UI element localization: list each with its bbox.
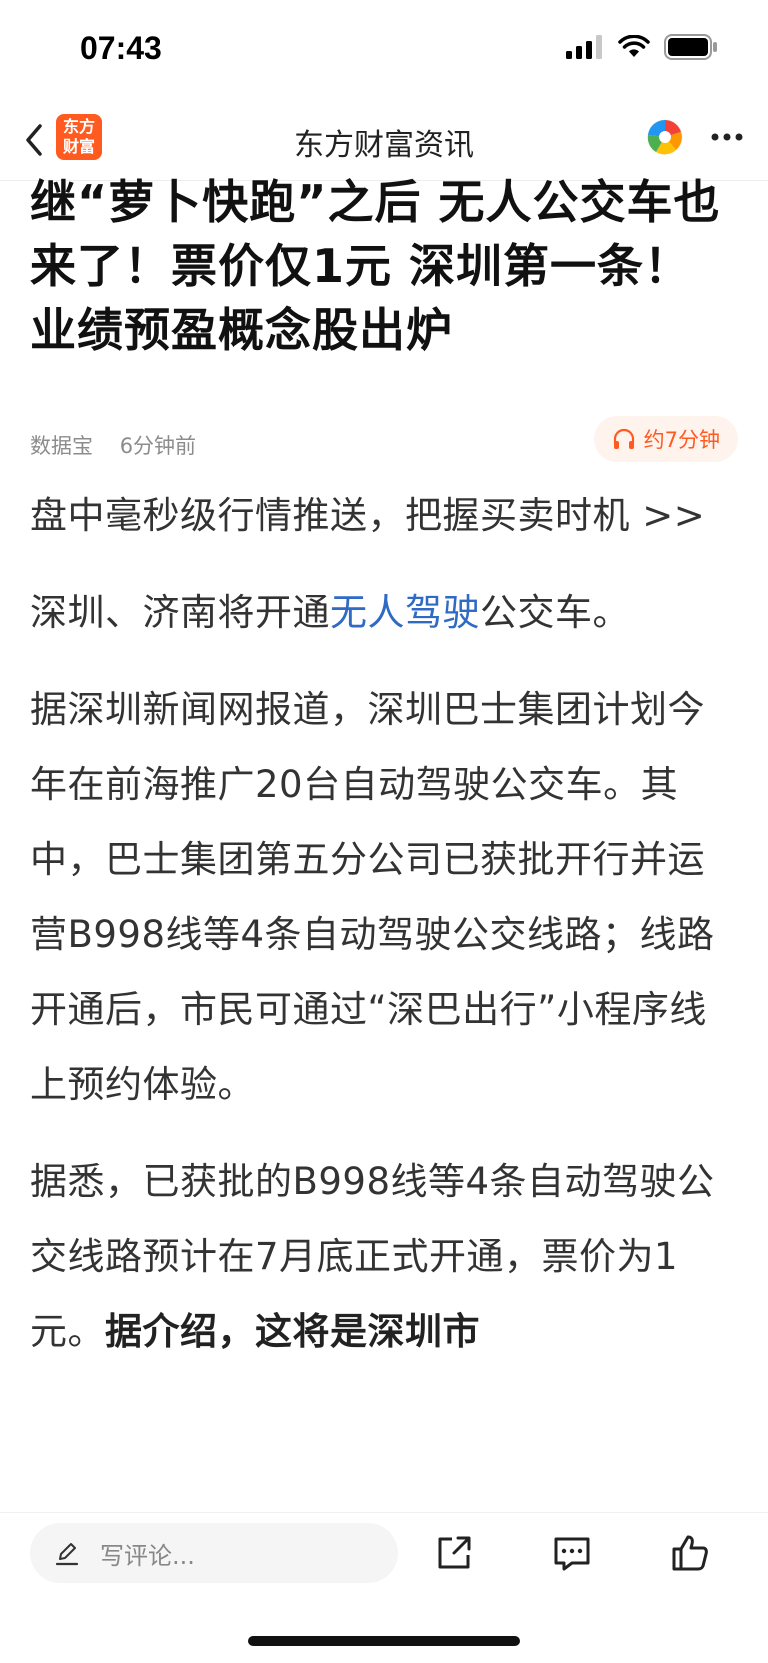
article-body: 盘中毫秒级行情推送，把握买卖时机 >> 深圳、济南将开通无人驾驶公交车。 据深圳… (30, 478, 742, 1369)
nav-actions (646, 118, 744, 156)
article-source: 数据宝 (30, 434, 93, 458)
article-meta: 数据宝 6分钟前 约7分钟 (30, 416, 738, 470)
status-bar: 07:43 (0, 0, 768, 100)
comment-placeholder: 写评论... (100, 1541, 195, 1570)
keyword-link[interactable]: 无人驾驶 (330, 591, 480, 634)
article-title: 继“萝卜快跑”之后 无人公交车也来了！票价仅1元 深圳第一条！业绩预盈概念股出炉 (30, 175, 721, 357)
home-indicator (248, 1636, 520, 1646)
bottom-bar: 写评论... (0, 1512, 768, 1613)
paragraph-1-text-b: 公交车。 (480, 591, 630, 634)
pen-icon (55, 1543, 79, 1566)
status-time: 07:43 (80, 30, 162, 66)
like-icon[interactable] (668, 1531, 712, 1575)
listen-button[interactable]: 约7分钟 (593, 416, 738, 462)
more-icon[interactable] (710, 132, 744, 142)
headphones-icon (613, 428, 634, 449)
paragraph-2: 据深圳新闻网报道，深圳巴士集团计划今年在前海推广20台自动驾驶公交车。其中，巴士… (30, 688, 715, 1106)
wifi-icon (618, 35, 650, 57)
promo-link[interactable]: 盘中毫秒级行情推送，把握买卖时机 >> (30, 478, 742, 553)
signal-icon (566, 35, 602, 59)
paragraph-3: 据悉，已获批的B998线等4条自动驾驶公交线路预计在7月底正式开通，票价为1元。… (30, 1144, 742, 1369)
article-time: 6分钟前 (119, 434, 197, 458)
paragraph-1: 深圳、济南将开通无人驾驶公交车。 (30, 575, 742, 650)
nav-bar: 东方财富 东方财富资讯 (0, 100, 768, 181)
status-icons (566, 34, 718, 60)
aperture-icon[interactable] (646, 118, 684, 156)
battery-icon (664, 34, 717, 60)
comment-input[interactable]: 写评论... (30, 1523, 398, 1583)
listen-duration: 约7分钟 (643, 428, 720, 452)
share-icon[interactable] (432, 1531, 476, 1575)
paragraph-3-bold: 据介绍，这将是深圳市 (105, 1310, 480, 1353)
paragraph-1-text-a: 深圳、济南将开通 (30, 591, 330, 634)
comment-icon[interactable] (550, 1531, 594, 1575)
